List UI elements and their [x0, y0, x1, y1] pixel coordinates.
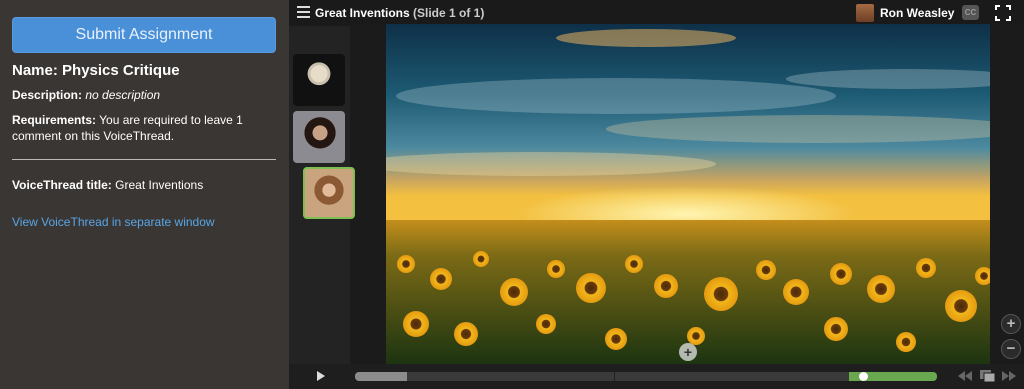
vt-title-label: VoiceThread title: [12, 178, 112, 192]
slides-icon[interactable] [980, 370, 996, 383]
assignment-name: Name: Physics Critique [12, 62, 180, 79]
zoom-out-icon[interactable]: − [1001, 339, 1021, 359]
menu-icon[interactable] [297, 6, 310, 19]
fast-forward-icon[interactable] [1002, 371, 1016, 381]
timeline-progress [355, 372, 407, 381]
commenter-avatar-active[interactable] [303, 167, 355, 219]
timeline-handle[interactable] [859, 372, 868, 381]
divider [12, 159, 276, 160]
assignment-description: Description: no description [12, 88, 160, 102]
playback-bar [289, 364, 1024, 389]
timeline-comment-marker [614, 372, 615, 381]
closed-captions-button[interactable]: CC [962, 5, 979, 20]
fullscreen-icon[interactable] [995, 5, 1011, 21]
user-avatar[interactable] [856, 4, 874, 22]
name-label: Name: [12, 62, 58, 79]
requirements-label: Requirements: [12, 113, 97, 127]
vt-title-value: Great Inventions [115, 178, 204, 192]
voicethread-header: Great Inventions (Slide 1 of 1) Ron Weas… [289, 0, 1024, 26]
assignment-requirements: Requirements: You are required to leave … [12, 112, 280, 144]
voicethread-title: VoiceThread title: Great Inventions [12, 178, 203, 192]
view-voicethread-link[interactable]: View VoiceThread in separate window [12, 215, 215, 229]
sunflower-field-image [386, 24, 990, 364]
submit-assignment-button[interactable]: Submit Assignment [12, 17, 276, 53]
play-icon[interactable] [317, 371, 325, 381]
commenter-avatar[interactable] [293, 54, 345, 106]
add-comment-icon[interactable]: + [679, 343, 697, 361]
slide-indicator: (Slide 1 of 1) [413, 6, 485, 20]
description-label: Description: [12, 88, 83, 102]
assignment-panel: Submit Assignment Name: Physics Critique… [0, 0, 289, 389]
commenter-avatar[interactable] [293, 111, 345, 163]
voicethread-title-header: Great Inventions [315, 6, 410, 20]
name-value: Physics Critique [62, 62, 180, 79]
rewind-icon[interactable] [958, 371, 972, 381]
timeline-scrubber[interactable] [355, 372, 937, 381]
user-name[interactable]: Ron Weasley [880, 6, 954, 20]
slide-image[interactable] [386, 24, 990, 364]
commenter-avatars [289, 26, 355, 364]
description-value: no description [85, 88, 161, 102]
zoom-in-icon[interactable]: + [1001, 314, 1021, 334]
